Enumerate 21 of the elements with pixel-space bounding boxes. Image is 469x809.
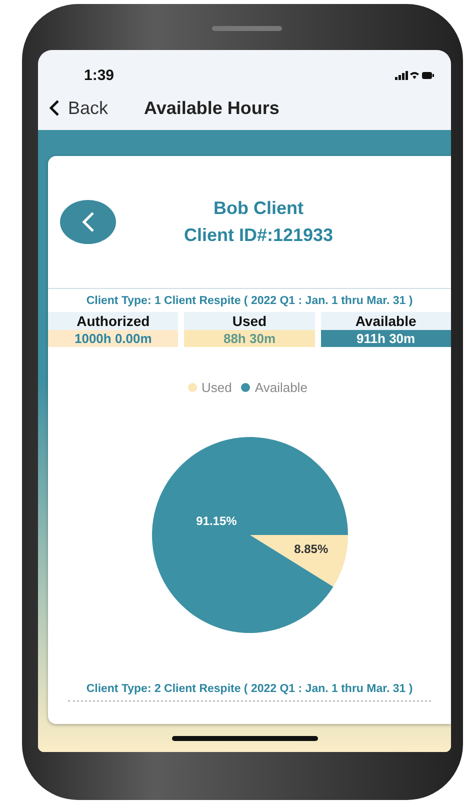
column-header: Authorized: [48, 312, 178, 330]
status-icons: [395, 69, 435, 81]
chevron-left-icon: [48, 99, 60, 117]
speaker-grille: [212, 26, 282, 31]
legend-label: Available: [254, 380, 308, 395]
column-header: Used: [184, 312, 315, 330]
client-name: Bob Client: [214, 198, 304, 219]
column-header: Available: [320, 312, 451, 330]
legend-label: Used: [202, 380, 232, 395]
client-type-heading: Client Type: 1 Client Respite ( 2022 Q1 : Jan. 1 thru Mar. 31 ): [85, 294, 414, 309]
status-time: 1:39: [84, 66, 114, 84]
hours-value: 88h 30m: [184, 330, 315, 347]
slice-label: 91.15%: [196, 514, 236, 528]
hours-value: 911h 30m: [320, 330, 451, 347]
back-button[interactable]: Back: [46, 96, 110, 120]
page-title: Available Hours: [144, 98, 280, 118]
client-id: Client ID#:121933: [184, 225, 334, 246]
hours-value: 1000h 0.00m: [48, 330, 178, 347]
chevron-left-icon: [80, 211, 96, 233]
client-type-heading: Client Type: 2 Client Respite ( 2022 Q1 : Jan. 1 thru Mar. 31 ): [85, 682, 414, 697]
slice-label: 8.85%: [294, 542, 328, 556]
